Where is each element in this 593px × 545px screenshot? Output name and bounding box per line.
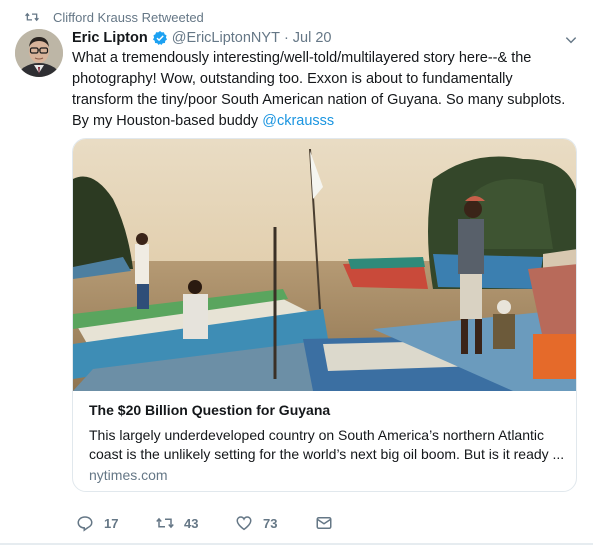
envelope-icon [316, 517, 332, 529]
retweet-context: Clifford Krauss Retweeted [25, 8, 204, 26]
action-bar: 17 43 73 [72, 512, 577, 534]
like-button[interactable]: 73 [235, 512, 277, 534]
mention-link[interactable]: @ckrausss [262, 113, 334, 129]
link-card[interactable]: The $20 Billion Question for Guyana This… [72, 138, 577, 492]
card-description: This largely underdeveloped country on S… [89, 427, 565, 462]
retweet-button[interactable]: 43 [156, 512, 198, 534]
tweet-text: What a tremendously interesting/well-tol… [72, 48, 577, 132]
card-image [73, 139, 576, 391]
card-body[interactable]: The $20 Billion Question for Guyana This… [73, 391, 576, 491]
card-title[interactable]: The $20 Billion Question for Guyana [89, 402, 330, 418]
author-handle[interactable]: @EricLiptonNYT [172, 30, 280, 46]
direct-message-button[interactable] [315, 512, 343, 534]
like-count: 73 [263, 515, 278, 531]
author-name[interactable]: Eric Lipton [72, 30, 148, 46]
retweet-action-icon [156, 517, 174, 529]
tweet-header: Eric Lipton @EricLiptonNYT · Jul 20 [72, 28, 331, 48]
retweet-label[interactable]: Clifford Krauss Retweeted [53, 10, 204, 25]
card-domain: nytimes.com [89, 467, 168, 483]
retweet-icon [25, 12, 39, 22]
separator-dot: · [283, 30, 289, 46]
heart-icon [236, 516, 252, 531]
tweet-timestamp[interactable]: Jul 20 [293, 30, 332, 46]
reply-button[interactable]: 17 [76, 512, 118, 534]
reply-icon [77, 516, 93, 532]
reply-count: 17 [104, 515, 119, 531]
verified-badge-icon [152, 31, 167, 45]
avatar[interactable] [15, 29, 63, 77]
chevron-down-icon[interactable] [564, 33, 578, 47]
tweet[interactable]: Clifford Krauss Retweeted Eric Lipton @E… [0, 0, 593, 545]
retweet-count: 43 [184, 515, 199, 531]
avatar-photo [15, 29, 63, 77]
